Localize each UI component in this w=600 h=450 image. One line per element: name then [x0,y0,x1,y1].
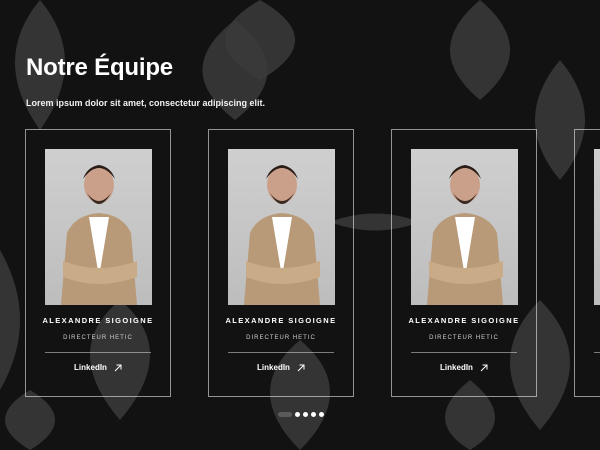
member-name: ALEXANDRE SIGOIGNE [42,316,154,325]
card-divider [411,352,517,353]
person-illustration [427,165,503,305]
pagination-dot[interactable] [319,412,324,417]
team-card: ALEXANDRE SIGOIGNE DIRECTEUR HETIC Linke… [391,129,537,397]
team-card: ALEXANDRE SIGOIGNE DIRECTEUR HETIC Linke… [25,129,171,397]
person-illustration [244,165,320,305]
carousel-pagination [278,412,324,417]
linkedin-link-label: LinkedIn [257,363,290,372]
member-role: DIRECTEUR HETIC [246,335,316,341]
card-divider [45,352,151,353]
team-card-partial [574,129,600,397]
pagination-dot[interactable] [303,412,308,417]
arrow-up-right-icon [480,364,488,371]
page-subtitle: Lorem ipsum dolor sit amet, consectetur … [26,98,266,108]
linkedin-link[interactable]: LinkedIn [209,363,353,372]
linkedin-link-label: LinkedIn [440,363,473,372]
arrow-up-right-icon [114,364,122,371]
page-title: Notre Équipe [26,54,173,81]
card-divider [594,352,600,353]
linkedin-link[interactable]: LinkedIn [392,363,536,372]
team-page: Notre Équipe Lorem ipsum dolor sit amet,… [0,0,600,450]
linkedin-link[interactable]: LinkedIn [26,363,170,372]
member-photo [45,149,152,305]
linkedin-link-label: LinkedIn [74,363,107,372]
person-illustration [61,165,137,305]
member-name: ALEXANDRE SIGOIGNE [408,316,520,325]
member-name: ALEXANDRE SIGOIGNE [225,316,337,325]
card-divider [228,352,334,353]
pagination-dot[interactable] [311,412,316,417]
member-photo [411,149,518,305]
pagination-dot[interactable] [295,412,300,417]
member-photo [228,149,335,305]
pagination-dot-active[interactable] [278,412,292,417]
member-role: DIRECTEUR HETIC [429,335,499,341]
team-card: ALEXANDRE SIGOIGNE DIRECTEUR HETIC Linke… [208,129,354,397]
arrow-up-right-icon [297,364,305,371]
member-role: DIRECTEUR HETIC [63,335,133,341]
member-photo [594,149,600,305]
